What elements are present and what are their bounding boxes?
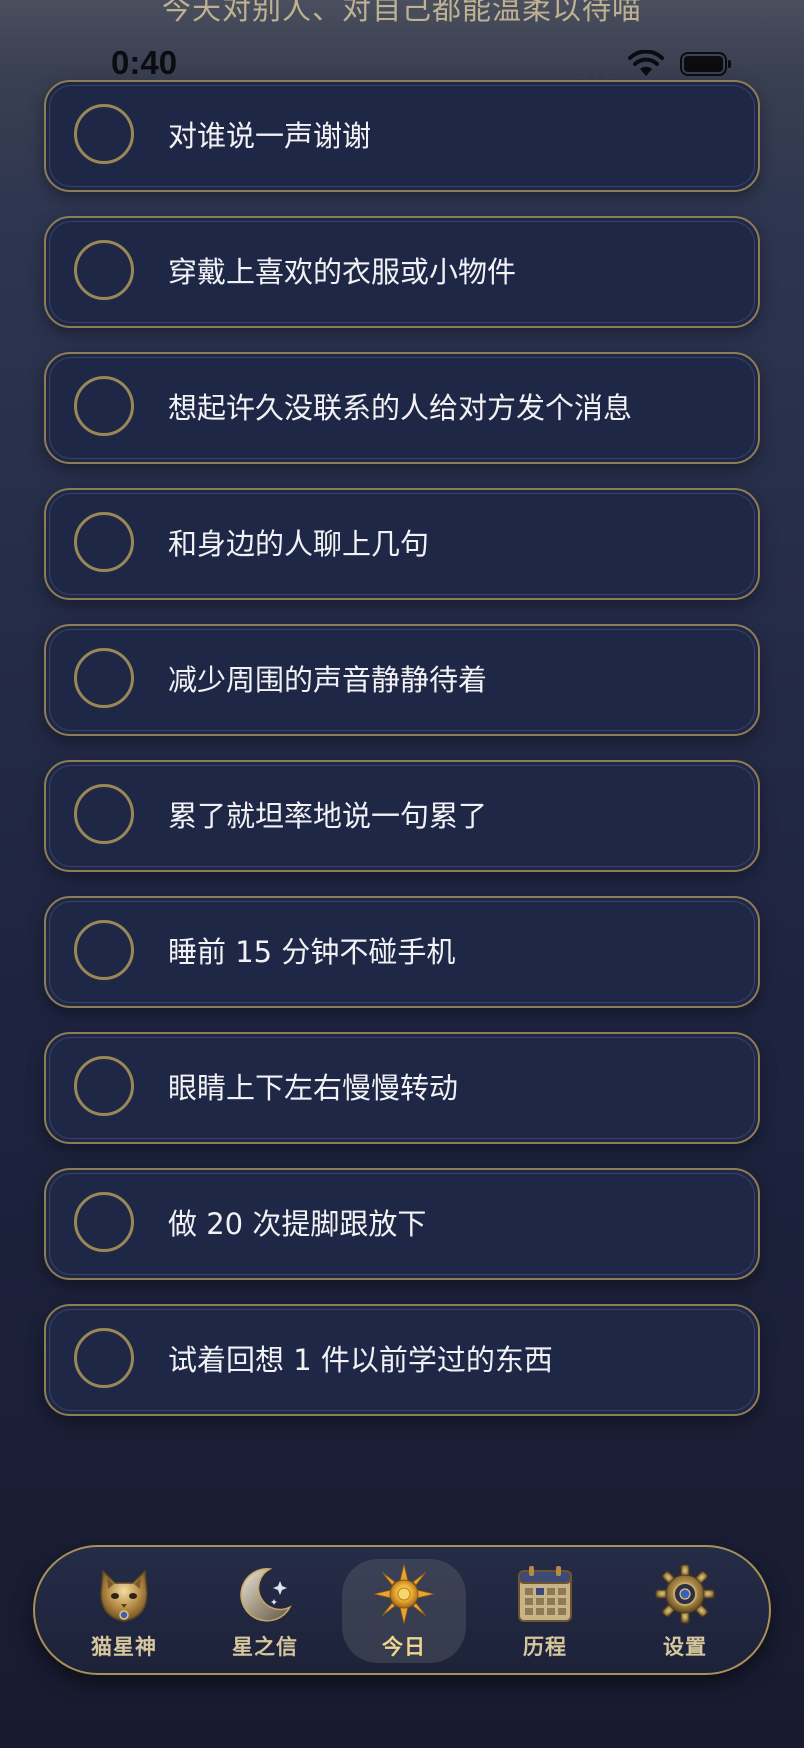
- signal-dots-icon: [576, 73, 616, 77]
- task-label: 累了就坦率地说一句累了: [168, 799, 488, 833]
- task-label: 穿戴上喜欢的衣服或小物件: [168, 255, 517, 289]
- task-item[interactable]: 试着回想 1 件以前学过的东西: [44, 1304, 760, 1416]
- task-label: 对谁说一声谢谢: [168, 119, 372, 153]
- task-label: 做 20 次提脚跟放下: [168, 1207, 427, 1241]
- tab-history[interactable]: 历程: [483, 1559, 607, 1663]
- tab-label: 星之信: [232, 1635, 298, 1659]
- tab-label: 猫星神: [91, 1635, 157, 1659]
- task-label: 减少周围的声音静静待着: [168, 663, 488, 697]
- sun-icon: [373, 1563, 435, 1625]
- task-list: 对谁说一声谢谢 穿戴上喜欢的衣服或小物件 想起许久没联系的人给对方发个消息 和身…: [44, 80, 760, 1440]
- task-label: 试着回想 1 件以前学过的东西: [168, 1343, 553, 1377]
- task-label: 想起许久没联系的人给对方发个消息: [168, 391, 633, 425]
- task-label: 和身边的人聊上几句: [168, 527, 430, 561]
- task-checkbox[interactable]: [74, 1328, 134, 1388]
- calendar-icon: [518, 1566, 572, 1622]
- task-item[interactable]: 对谁说一声谢谢: [44, 80, 760, 192]
- task-item[interactable]: 做 20 次提脚跟放下: [44, 1168, 760, 1280]
- tab-label: 历程: [523, 1635, 567, 1659]
- battery-icon: [680, 52, 731, 76]
- crescent-moon-icon: [240, 1568, 292, 1622]
- task-checkbox[interactable]: [74, 104, 134, 164]
- task-checkbox[interactable]: [74, 240, 134, 300]
- task-checkbox[interactable]: [74, 648, 134, 708]
- task-item[interactable]: 和身边的人聊上几句: [44, 488, 760, 600]
- task-item[interactable]: 想起许久没联系的人给对方发个消息: [44, 352, 760, 464]
- cat-icon: [100, 1569, 148, 1622]
- tab-today[interactable]: 今日: [342, 1559, 466, 1663]
- task-checkbox[interactable]: [74, 512, 134, 572]
- tab-label: 今日: [382, 1635, 426, 1659]
- task-checkbox[interactable]: [74, 1192, 134, 1252]
- task-item[interactable]: 眼睛上下左右慢慢转动: [44, 1032, 760, 1144]
- task-checkbox[interactable]: [74, 784, 134, 844]
- header-banner-text: 今天对别人、对自己都能温柔以待喵: [161, 0, 642, 26]
- wifi-icon: [628, 50, 664, 76]
- tab-settings[interactable]: 设置: [623, 1559, 747, 1663]
- task-checkbox[interactable]: [74, 376, 134, 436]
- task-label: 睡前 15 分钟不碰手机: [168, 935, 456, 969]
- task-checkbox[interactable]: [74, 1056, 134, 1116]
- gear-icon: [655, 1564, 715, 1624]
- tab-label: 设置: [663, 1635, 707, 1659]
- status-bar-time: 0:40: [111, 44, 178, 81]
- task-checkbox[interactable]: [74, 920, 134, 980]
- task-item[interactable]: 减少周围的声音静静待着: [44, 624, 760, 736]
- tab-cat-god[interactable]: 猫星神: [62, 1559, 186, 1663]
- task-label: 眼睛上下左右慢慢转动: [168, 1071, 459, 1105]
- task-item[interactable]: 累了就坦率地说一句累了: [44, 760, 760, 872]
- task-item[interactable]: 睡前 15 分钟不碰手机: [44, 896, 760, 1008]
- bottom-tab-bar: 猫星神 星之信 今日 历程 设置: [33, 1545, 771, 1675]
- task-item[interactable]: 穿戴上喜欢的衣服或小物件: [44, 216, 760, 328]
- tab-star-letter[interactable]: 星之信: [203, 1559, 327, 1663]
